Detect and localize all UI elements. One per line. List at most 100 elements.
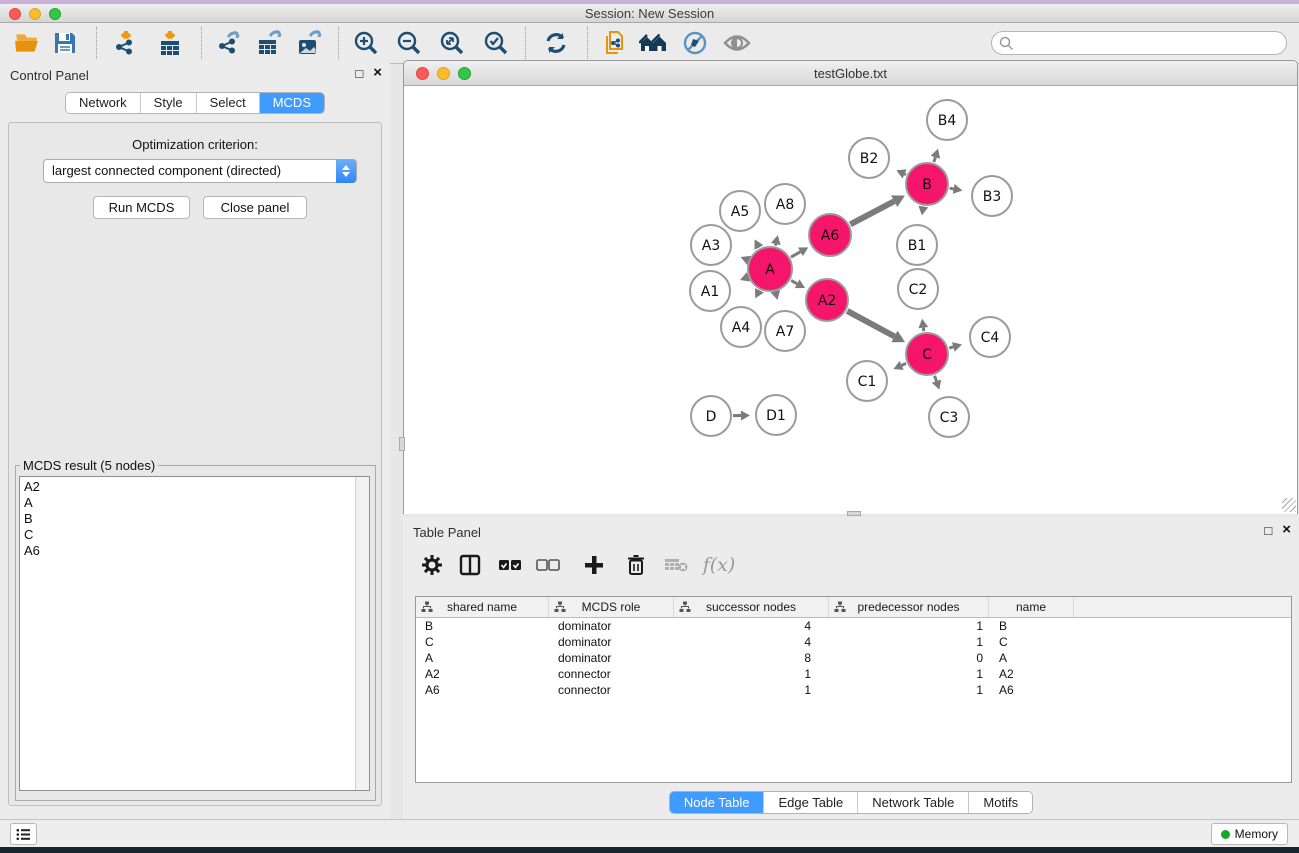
graph-edge-A2-C[interactable] <box>847 311 894 336</box>
function-builder-button[interactable]: f(x) <box>699 552 739 578</box>
toolbar-search <box>991 31 1287 55</box>
graph-node-label: C1 <box>858 374 877 390</box>
delete-table-icon <box>664 556 688 574</box>
table-row[interactable]: Bdominator 41 B <box>416 618 1291 634</box>
zoom-in-button[interactable] <box>351 28 381 58</box>
list-item[interactable]: C <box>20 527 369 543</box>
list-item[interactable]: A6 <box>20 543 369 559</box>
import-table-button[interactable] <box>155 28 185 58</box>
clone-network-button[interactable] <box>600 28 630 58</box>
graph-edge-C-C3[interactable] <box>935 376 937 381</box>
table-row[interactable]: A6connector 11 A6 <box>416 682 1291 698</box>
tab-style[interactable]: Style <box>140 93 196 113</box>
graph-edge-B-B3[interactable] <box>950 188 954 189</box>
optimization-criterion-label: Optimization criterion: <box>9 137 381 152</box>
zoom-window-button[interactable] <box>458 67 471 80</box>
fx-icon: f(x) <box>703 554 736 576</box>
graph-edge-B-B2[interactable] <box>905 174 906 175</box>
export-network-button[interactable] <box>214 28 244 58</box>
toolbar-separator <box>201 27 202 59</box>
zoom-fit-button[interactable] <box>437 28 467 58</box>
close-window-button[interactable] <box>416 67 429 80</box>
graph-edge-A-A2[interactable] <box>791 280 797 283</box>
table-header-row: shared name MCDS role successor nodes pr… <box>416 597 1291 618</box>
table-settings-button[interactable] <box>419 552 445 578</box>
tab-motifs[interactable]: Motifs <box>968 792 1032 813</box>
tab-network[interactable]: Network <box>66 93 140 113</box>
column-header-predecessor-nodes[interactable]: predecessor nodes <box>829 597 989 617</box>
graph-edge-A-A6[interactable] <box>791 252 801 257</box>
list-item[interactable]: A2 <box>20 479 369 495</box>
network-window-title: testGlobe.txt <box>404 61 1297 86</box>
delete-column-button[interactable] <box>623 552 649 578</box>
panel-divider-handle[interactable] <box>399 437 405 451</box>
tab-select[interactable]: Select <box>196 93 259 113</box>
import-table-icon <box>157 30 183 56</box>
table-row[interactable]: Cdominator 41 C <box>416 634 1291 650</box>
show-columns-button[interactable] <box>457 552 483 578</box>
task-history-button[interactable] <box>10 823 37 845</box>
column-header-name[interactable]: name <box>989 597 1074 617</box>
run-mcds-button[interactable]: Run MCDS <box>93 196 190 219</box>
main-titlebar: Session: New Session <box>0 4 1299 23</box>
pen-slash-icon <box>682 30 708 56</box>
graph-edge-B-B4[interactable] <box>934 157 936 162</box>
save-session-button[interactable] <box>50 28 80 58</box>
import-network-button[interactable] <box>111 28 141 58</box>
column-header-mcds-role[interactable]: MCDS role <box>549 597 674 617</box>
refresh-button[interactable] <box>541 28 571 58</box>
tab-network-table[interactable]: Network Table <box>857 792 968 813</box>
zoom-out-button[interactable] <box>394 28 424 58</box>
home-button[interactable] <box>638 28 668 58</box>
memory-status-icon <box>1221 830 1230 839</box>
resize-grip[interactable] <box>1282 498 1296 512</box>
graph-edge-C-C1[interactable] <box>902 363 906 365</box>
graph-node-label: A7 <box>776 324 794 340</box>
network-canvas[interactable]: AA1A3A4A5A7A8A6A2BB1B2B3B4CC1C2C3C4DD1 <box>404 87 1297 514</box>
graph-node-label: C <box>922 347 932 363</box>
column-header-shared-name[interactable]: shared name <box>416 597 549 617</box>
close-panel-icon[interactable]: × <box>373 66 382 81</box>
scrollbar-track[interactable] <box>355 477 369 790</box>
close-panel-button[interactable]: Close panel <box>203 196 307 219</box>
column-header-successor-nodes[interactable]: successor nodes <box>674 597 829 617</box>
memory-button[interactable]: Memory <box>1211 823 1288 845</box>
show-details-button[interactable] <box>722 28 752 58</box>
zoom-selected-button[interactable] <box>481 28 511 58</box>
tab-edge-table[interactable]: Edge Table <box>763 792 857 813</box>
float-panel-icon[interactable]: □ <box>1264 523 1272 538</box>
tab-mcds[interactable]: MCDS <box>259 93 324 113</box>
network-graph[interactable]: AA1A3A4A5A7A8A6A2BB1B2B3B4CC1C2C3C4DD1 <box>404 87 1297 514</box>
zoom-window-button[interactable] <box>49 8 61 20</box>
panel-divider-handle[interactable] <box>847 511 861 516</box>
list-item[interactable]: B <box>20 511 369 527</box>
tab-node-table[interactable]: Node Table <box>670 792 764 813</box>
list-item[interactable]: A <box>20 495 369 511</box>
import-network-icon <box>113 30 139 56</box>
criterion-select[interactable]: largest connected component (directed) <box>43 159 357 183</box>
open-session-button[interactable] <box>12 28 42 58</box>
deselect-all-rows-button[interactable] <box>535 552 561 578</box>
select-all-rows-button[interactable] <box>497 552 523 578</box>
graph-node-label: A <box>765 262 775 278</box>
graph-edge-A6-B[interactable] <box>850 201 894 224</box>
graph-node-label: A4 <box>732 320 751 336</box>
search-input[interactable] <box>991 31 1287 55</box>
close-panel-icon[interactable]: × <box>1282 523 1291 538</box>
graph-node-label: A8 <box>776 197 794 213</box>
column-type-icon <box>554 601 566 613</box>
minimize-window-button[interactable] <box>437 67 450 80</box>
graph-edge-C-C4[interactable] <box>949 347 953 348</box>
eye-icon <box>723 31 751 55</box>
table-row[interactable]: Adominator 80 A <box>416 650 1291 666</box>
close-window-button[interactable] <box>9 8 21 20</box>
minimize-window-button[interactable] <box>29 8 41 20</box>
float-panel-icon[interactable]: □ <box>355 66 363 81</box>
add-column-button[interactable] <box>581 552 607 578</box>
export-image-button[interactable] <box>294 28 324 58</box>
table-row[interactable]: A2connector 11 A2 <box>416 666 1291 682</box>
export-table-button[interactable] <box>254 28 284 58</box>
hide-annotations-button[interactable] <box>680 28 710 58</box>
delete-table-button[interactable] <box>663 552 689 578</box>
plus-icon <box>584 555 604 575</box>
